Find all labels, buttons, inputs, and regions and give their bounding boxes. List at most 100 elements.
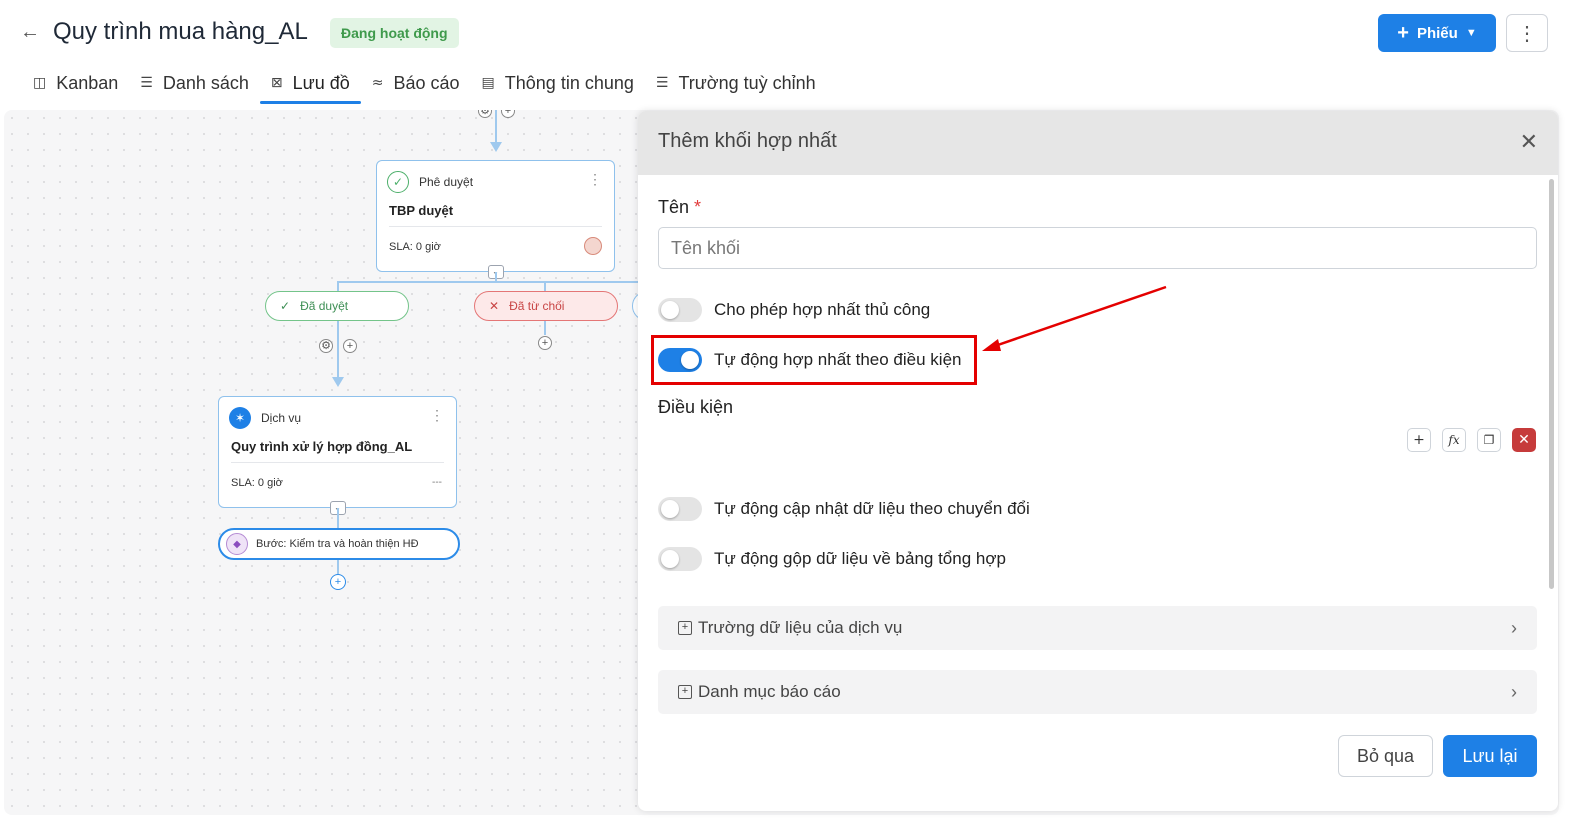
- tab-label: Thông tin chung: [504, 72, 634, 93]
- settings-icon[interactable]: ⚙: [478, 110, 492, 118]
- tab-custom-fields[interactable]: ☰ Trường tuỳ chỉnh: [645, 64, 827, 102]
- check-icon: ✓: [280, 299, 291, 313]
- tab-general-info[interactable]: ▤ Thông tin chung: [471, 64, 645, 102]
- tab-kanban[interactable]: ◫ Kanban: [22, 64, 129, 102]
- connector-line: [337, 560, 339, 574]
- connector-arrow: [332, 377, 344, 387]
- branch-rejected[interactable]: ✕ Đã từ chối: [474, 291, 618, 321]
- branch-label: Đã từ chối: [509, 299, 565, 313]
- service-icon: ✶: [229, 407, 251, 429]
- node-menu-icon[interactable]: ⋮: [588, 171, 602, 188]
- toggle-auto-update: Tự động cập nhật dữ liệu theo chuyển đổi: [658, 496, 1030, 522]
- status-badge: Đang hoạt động: [330, 18, 459, 48]
- avatar: [584, 237, 602, 255]
- page-title: Quy trình mua hàng_AL: [53, 18, 308, 45]
- node-menu-icon[interactable]: ⋮: [430, 407, 444, 424]
- node-name: TBP duyệt: [389, 203, 454, 218]
- node-type: Phê duyệt: [419, 175, 474, 189]
- auto-aggregate-switch[interactable]: [658, 547, 702, 571]
- copy-icon[interactable]: ❐: [1477, 428, 1501, 452]
- add-circle-icon[interactable]: +: [501, 110, 515, 118]
- accordion-service-fields[interactable]: + Trường dữ liệu của dịch vụ ›: [658, 606, 1537, 650]
- branch-approved[interactable]: ✓ Đã duyệt: [265, 291, 409, 321]
- name-label-text: Tên: [658, 197, 690, 217]
- condition-toolbar: + fx ❐ ✕: [1407, 428, 1536, 452]
- step-label: Bước: Kiểm tra và hoàn thiện HĐ: [256, 538, 419, 550]
- required-mark: *: [694, 197, 702, 217]
- tab-label: Danh sách: [162, 72, 249, 93]
- formula-icon[interactable]: fx: [1442, 428, 1466, 452]
- delete-icon[interactable]: ✕: [1512, 428, 1536, 452]
- cancel-button[interactable]: Bỏ qua: [1338, 735, 1433, 777]
- branch-label: Đã duyệt: [300, 299, 349, 313]
- node-divider: [389, 226, 602, 227]
- panel-scrollbar[interactable]: [1549, 179, 1554, 589]
- tab-label: Trường tuỳ chỉnh: [678, 72, 816, 93]
- step-pill[interactable]: ◆ Bước: Kiểm tra và hoàn thiện HĐ: [218, 528, 460, 560]
- close-icon[interactable]: ✕: [1520, 129, 1538, 155]
- node-sla: SLA: 0 giờ: [231, 477, 283, 489]
- add-circle-icon[interactable]: +: [330, 574, 346, 590]
- report-icon: ≈: [371, 75, 384, 91]
- custom-fields-icon: ☰: [655, 75, 669, 91]
- highlight-box: [651, 335, 977, 385]
- connector-line: [337, 508, 339, 528]
- block-name-input[interactable]: [658, 227, 1537, 269]
- plus-icon: +: [1397, 22, 1409, 44]
- add-circle-icon[interactable]: +: [538, 336, 552, 350]
- merge-block-panel: Thêm khối hợp nhất ✕ Tên * Cho phép hợp …: [638, 111, 1558, 811]
- accordion-label: Danh mục báo cáo: [698, 682, 841, 701]
- toggle-label: Tự động cập nhật dữ liệu theo chuyển đổi: [714, 499, 1030, 518]
- connector-line: [544, 321, 546, 335]
- accordion-label: Trường dữ liệu của dịch vụ: [698, 618, 903, 637]
- connector-arrow: [490, 142, 502, 152]
- connector-line: [337, 281, 642, 283]
- connector-line: [337, 281, 339, 291]
- node-divider: [231, 462, 444, 463]
- tab-label: Kanban: [56, 72, 119, 93]
- check-circle-icon: ✓: [387, 171, 409, 193]
- auto-update-switch[interactable]: [658, 497, 702, 521]
- panel-header: Thêm khối hợp nhất ✕: [638, 111, 1558, 175]
- tab-label: Lưu đồ: [292, 72, 350, 93]
- toggle-label: Cho phép hợp nhất thủ công: [714, 300, 931, 319]
- connector-line: [495, 110, 497, 144]
- page-header: ← Quy trình mua hàng_AL Đang hoạt động +…: [0, 0, 1578, 110]
- panel-title: Thêm khối hợp nhất: [658, 130, 837, 152]
- connector-line: [544, 281, 546, 291]
- step-icon: ◆: [226, 533, 248, 555]
- x-icon: ✕: [489, 299, 500, 313]
- kanban-icon: ◫: [33, 75, 47, 91]
- save-button[interactable]: Lưu lại: [1443, 735, 1537, 777]
- condition-label: Điều kiện: [658, 397, 734, 417]
- back-arrow-icon[interactable]: ←: [18, 20, 42, 44]
- accordion-report-catalog[interactable]: + Danh mục báo cáo ›: [658, 670, 1537, 714]
- info-icon: ▤: [481, 75, 495, 91]
- view-tabs: ◫ Kanban ☰ Danh sách ⊠ Lưu đồ ≈ Báo cáo …: [22, 64, 827, 104]
- new-ticket-button[interactable]: + Phiếu ▼: [1378, 14, 1496, 52]
- node-name: Quy trình xử lý hợp đồng_AL: [231, 439, 413, 454]
- toggle-label: Tự động gộp dữ liệu về bảng tổng hợp: [714, 549, 1006, 568]
- node-assignee: ---: [432, 477, 442, 488]
- tab-report[interactable]: ≈ Báo cáo: [361, 64, 471, 102]
- chevron-right-icon: ›: [1511, 617, 1517, 638]
- tab-list[interactable]: ☰ Danh sách: [129, 64, 260, 102]
- toggle-auto-aggregate: Tự động gộp dữ liệu về bảng tổng hợp: [658, 546, 1006, 572]
- add-circle-icon[interactable]: +: [343, 339, 357, 353]
- caret-down-icon: ▼: [1465, 27, 1477, 39]
- more-options-button[interactable]: ⋮: [1506, 14, 1548, 52]
- flowchart-icon: ⊠: [270, 75, 283, 91]
- service-node[interactable]: ✶ Dịch vụ ⋮ Quy trình xử lý hợp đồng_AL …: [218, 396, 457, 515]
- vertical-dots-icon: ⋮: [1517, 22, 1537, 45]
- approval-node[interactable]: ✓ Phê duyệt ⋮ TBP duyệt SLA: 0 giờ ⌄: [376, 160, 615, 279]
- settings-icon[interactable]: ⚙: [319, 339, 333, 353]
- node-type: Dịch vụ: [261, 411, 302, 425]
- tab-flowchart[interactable]: ⊠ Lưu đồ: [259, 64, 361, 104]
- node-sla: SLA: 0 giờ: [389, 241, 441, 253]
- expand-plus-icon: +: [678, 685, 692, 699]
- manual-merge-switch[interactable]: [658, 298, 702, 322]
- name-label: Tên *: [658, 197, 701, 218]
- add-condition-button[interactable]: +: [1407, 428, 1431, 452]
- tab-label: Báo cáo: [393, 72, 460, 93]
- connector-line: [337, 321, 339, 377]
